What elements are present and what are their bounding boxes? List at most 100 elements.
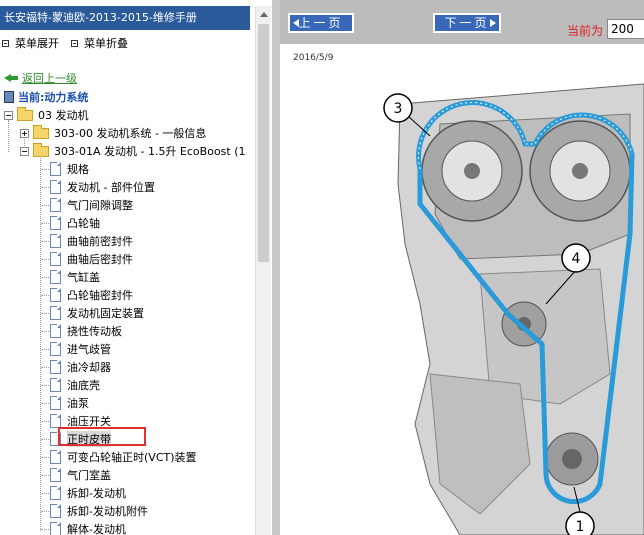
tree-node-label: 303-00 发动机系统 - 一般信息	[54, 127, 207, 140]
tree-item[interactable]: 拆卸-发动机	[41, 484, 126, 502]
tree-item[interactable]: 凸轮轴密封件	[41, 286, 133, 304]
document-icon	[50, 450, 61, 464]
document-icon	[50, 270, 61, 284]
back-arrow-icon	[4, 73, 18, 83]
scroll-up-arrow-icon[interactable]	[256, 6, 271, 22]
tree-item-label: 拆卸-发动机	[67, 487, 126, 500]
folder-open-icon	[17, 106, 33, 121]
callout-4: 4	[572, 251, 581, 267]
menu-expand-button[interactable]: 菜单展开	[2, 35, 59, 51]
document-icon	[50, 234, 61, 248]
tree-item[interactable]: 油冷却器	[41, 358, 111, 376]
page-number-input[interactable]	[607, 19, 644, 39]
tree-item-label: 可变凸轮轴正时(VCT)装置	[67, 451, 197, 464]
tree-node-303-00[interactable]: 303-00 发动机系统 - 一般信息	[20, 124, 206, 142]
document-icon	[50, 180, 61, 194]
back-link[interactable]: 返回上一级	[22, 70, 77, 86]
tree-scrollbar[interactable]	[255, 6, 271, 535]
tree-line	[41, 367, 49, 368]
scroll-thumb[interactable]	[258, 24, 269, 262]
document-icon	[50, 306, 61, 320]
tree-line	[41, 205, 49, 206]
document-icon	[50, 252, 61, 266]
document-icon	[50, 162, 61, 176]
document-icon	[50, 288, 61, 302]
tree-item-label: 气缸盖	[67, 271, 100, 284]
tree-item-label: 拆卸-发动机附件	[67, 505, 148, 518]
tree-item[interactable]: 凸轮轴	[41, 214, 100, 232]
tree-node-303-01a[interactable]: 303-01A 发动机 - 1.5升 EcoBoost (1	[20, 142, 246, 160]
tree-item[interactable]: 可变凸轮轴正时(VCT)装置	[41, 448, 197, 466]
expand-toggle-icon[interactable]	[20, 128, 29, 138]
tree-item-label: 油冷却器	[67, 361, 111, 374]
tree-item[interactable]: 拆卸-发动机附件	[41, 502, 148, 520]
tree-item[interactable]: 发动机固定装置	[41, 304, 144, 322]
document-icon	[50, 468, 61, 482]
tree-item[interactable]: 曲轴前密封件	[41, 232, 133, 250]
tree-item-label: 凸轮轴密封件	[67, 289, 133, 302]
tree-line	[41, 277, 49, 278]
tree-item-label: 气门间隙调整	[67, 199, 133, 212]
next-page-button[interactable]: 下一页	[433, 13, 501, 33]
tree-item[interactable]: 曲轴后密封件	[41, 250, 133, 268]
crankshaft-bolt	[562, 449, 582, 469]
tree-item-label: 油泵	[67, 397, 89, 410]
tree-item[interactable]: 气缸盖	[41, 268, 100, 286]
document-icon	[50, 216, 61, 230]
document-icon	[50, 360, 61, 374]
collapse-toggle-icon[interactable]	[4, 110, 13, 120]
current-page-label: 当前为	[567, 24, 604, 38]
prev-page-button[interactable]: 上一页	[288, 13, 354, 33]
collapse-toggle-icon[interactable]	[20, 146, 29, 156]
gear-bolt	[464, 163, 480, 179]
tree-item[interactable]: 气门室盖	[41, 466, 111, 484]
tree-item-label: 曲轴后密封件	[67, 253, 133, 266]
tree-line	[41, 421, 49, 422]
gear-bolt	[572, 163, 588, 179]
tree-node-label: 303-01A 发动机 - 1.5升 EcoBoost (1	[54, 145, 246, 158]
tree-item[interactable]: 进气歧管	[41, 340, 111, 358]
left-triangle-icon	[293, 19, 299, 27]
tree-item-label: 进气歧管	[67, 343, 111, 356]
tree-item[interactable]: 解体-发动机	[41, 520, 126, 535]
prev-page-label: 上一页	[298, 16, 344, 30]
tree-item[interactable]: 油泵	[41, 394, 89, 412]
tree-node-root[interactable]: 03 发动机	[4, 106, 89, 124]
tree-item[interactable]: 油底壳	[41, 376, 100, 394]
tree-line	[41, 493, 49, 494]
document-icon	[50, 324, 61, 338]
selection-highlight-box	[58, 427, 146, 446]
tree-item[interactable]: 规格	[41, 160, 89, 178]
timing-belt-diagram: 3 4 1	[383, 83, 644, 535]
tree-line	[41, 187, 49, 188]
folder-icon	[33, 124, 49, 139]
document-icon	[50, 486, 61, 500]
right-triangle-icon	[490, 19, 496, 27]
viewer-toolbar: 上一页 下一页 当前为	[280, 0, 644, 44]
menu-expand-label: 菜单展开	[15, 37, 59, 50]
panel-splitter[interactable]	[272, 0, 280, 535]
tree-line	[41, 457, 49, 458]
menu-collapse-button[interactable]: 菜单折叠	[71, 35, 128, 51]
tree-item[interactable]: 发动机 - 部件位置	[41, 178, 155, 196]
tree-line	[41, 511, 49, 512]
document-icon	[50, 414, 61, 428]
folder-open-icon	[33, 142, 49, 157]
menu-toolbar: 菜单展开 菜单折叠	[0, 35, 138, 51]
tree-line	[41, 529, 49, 530]
current-label: 当前:动力系统	[18, 91, 89, 104]
current-location: 当前:动力系统	[4, 89, 88, 105]
tree-line	[41, 403, 49, 404]
tree-item[interactable]: 气门间隙调整	[41, 196, 133, 214]
tree-node-label: 03 发动机	[38, 109, 89, 122]
tree-line	[41, 259, 49, 260]
document-icon	[50, 198, 61, 212]
document-icon	[50, 396, 61, 410]
expand-icon	[2, 39, 9, 47]
document-icon	[50, 378, 61, 392]
document-icon	[50, 504, 61, 518]
next-page-label: 下一页	[444, 16, 490, 30]
tree-item-label: 挠性传动板	[67, 325, 122, 338]
tree-item[interactable]: 挠性传动板	[41, 322, 122, 340]
back-row[interactable]: 返回上一级	[4, 70, 77, 86]
